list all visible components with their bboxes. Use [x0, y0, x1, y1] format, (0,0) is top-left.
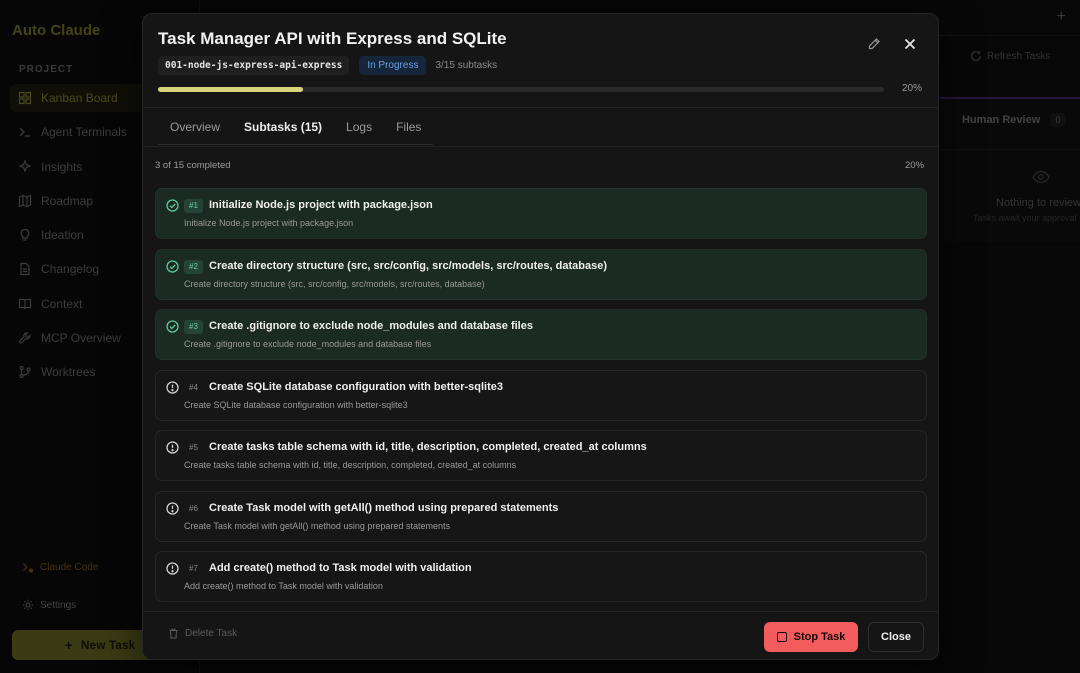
subtask-title: Create tasks table schema with id, title… — [209, 441, 647, 453]
alert-circle-icon — [166, 501, 179, 515]
divider — [143, 146, 938, 147]
tab-subtasks[interactable]: Subtasks (15) — [232, 109, 334, 144]
subtask-item[interactable]: #6 Create Task model with getAll() method… — [155, 490, 927, 542]
subtask-description: Create Task model with getAll() method u… — [184, 520, 450, 531]
progress-percent: 20% — [902, 83, 923, 94]
check-circle-icon — [166, 259, 179, 273]
tab-logs[interactable]: Logs — [334, 109, 384, 144]
subtask-number: #2 — [184, 259, 203, 274]
completed-summary: 3 of 15 completed — [155, 160, 231, 171]
close-icon[interactable] — [902, 36, 918, 52]
stop-icon — [776, 632, 787, 642]
subtask-description: Create .gitignore to exclude node_module… — [184, 339, 432, 349]
subtask-title: Initialize Node.js project with package.… — [209, 199, 433, 211]
subtask-number: #6 — [189, 503, 198, 513]
subtask-count: 3/15 subtasks — [435, 60, 498, 71]
subtask-number: #3 — [184, 320, 203, 334]
check-circle-icon — [166, 320, 179, 333]
status-badge: In Progress — [359, 56, 427, 75]
subtask-item[interactable]: #2 Create directory structure (src, src/c… — [155, 248, 927, 300]
subtask-item[interactable]: #3 Create .gitignore to exclude node_modu… — [155, 309, 927, 360]
delete-task-button[interactable]: Delete Task — [168, 628, 237, 639]
subtask-number: #1 — [184, 199, 203, 213]
trash-icon — [168, 628, 179, 639]
subtask-title: Create Task model with getAll() method u… — [209, 501, 559, 514]
subtask-title: Add create() method to Task model with v… — [209, 562, 472, 574]
subtask-list: #1 Initialize Node.js project with packag… — [155, 188, 928, 609]
check-circle-icon — [166, 199, 179, 212]
tab-bar: Overview Subtasks (15) Logs Files — [158, 109, 434, 145]
modal-footer: Delete Task Stop Task Close — [143, 611, 938, 659]
subtask-title: Create directory structure (src, src/con… — [209, 259, 607, 272]
progress-fill — [158, 87, 304, 92]
subtask-description: Create directory structure (src, src/con… — [184, 278, 485, 289]
delete-task-label: Delete Task — [185, 628, 238, 639]
subtask-item[interactable]: #4 Create SQLite database configuration w… — [155, 369, 927, 421]
tab-files[interactable]: Files — [384, 109, 433, 144]
stop-task-button[interactable]: Stop Task — [764, 622, 858, 652]
subtask-title: Create .gitignore to exclude node_module… — [209, 320, 533, 332]
subtask-number: #4 — [189, 382, 198, 392]
alert-circle-icon — [166, 380, 179, 394]
subtask-number: #5 — [189, 443, 198, 452]
subtask-description: Create tasks table schema with id, title… — [184, 460, 517, 470]
spec-id-badge: 001-node-js-express-api-express — [158, 56, 350, 75]
subtask-item[interactable]: #7 Add create() method to Task model with… — [155, 551, 927, 602]
completed-percent: 20% — [905, 160, 925, 171]
subtask-description: Add create() method to Task model with v… — [184, 581, 383, 591]
close-button[interactable]: Close — [868, 622, 924, 652]
task-detail-modal: Task Manager API with Express and SQLite… — [142, 13, 939, 660]
edit-icon[interactable] — [867, 37, 881, 51]
task-title: Task Manager API with Express and SQLite — [158, 29, 507, 48]
subtask-number: #7 — [189, 564, 198, 573]
alert-circle-icon — [166, 441, 179, 454]
progress-bar — [158, 87, 884, 92]
subtask-item[interactable]: #5 Create tasks table schema with id, tit… — [155, 430, 927, 481]
subtask-title: Create SQLite database configuration wit… — [209, 380, 503, 393]
subtask-description: Create SQLite database configuration wit… — [184, 399, 408, 410]
tab-overview[interactable]: Overview — [158, 109, 232, 144]
subtask-item[interactable]: #1 Initialize Node.js project with packag… — [155, 188, 927, 239]
stop-task-label: Stop Task — [793, 631, 846, 643]
divider — [143, 107, 938, 108]
subtask-description: Initialize Node.js project with package.… — [184, 218, 354, 228]
task-meta: 001-node-js-express-api-express In Progr… — [158, 56, 497, 75]
alert-circle-icon — [166, 562, 179, 575]
